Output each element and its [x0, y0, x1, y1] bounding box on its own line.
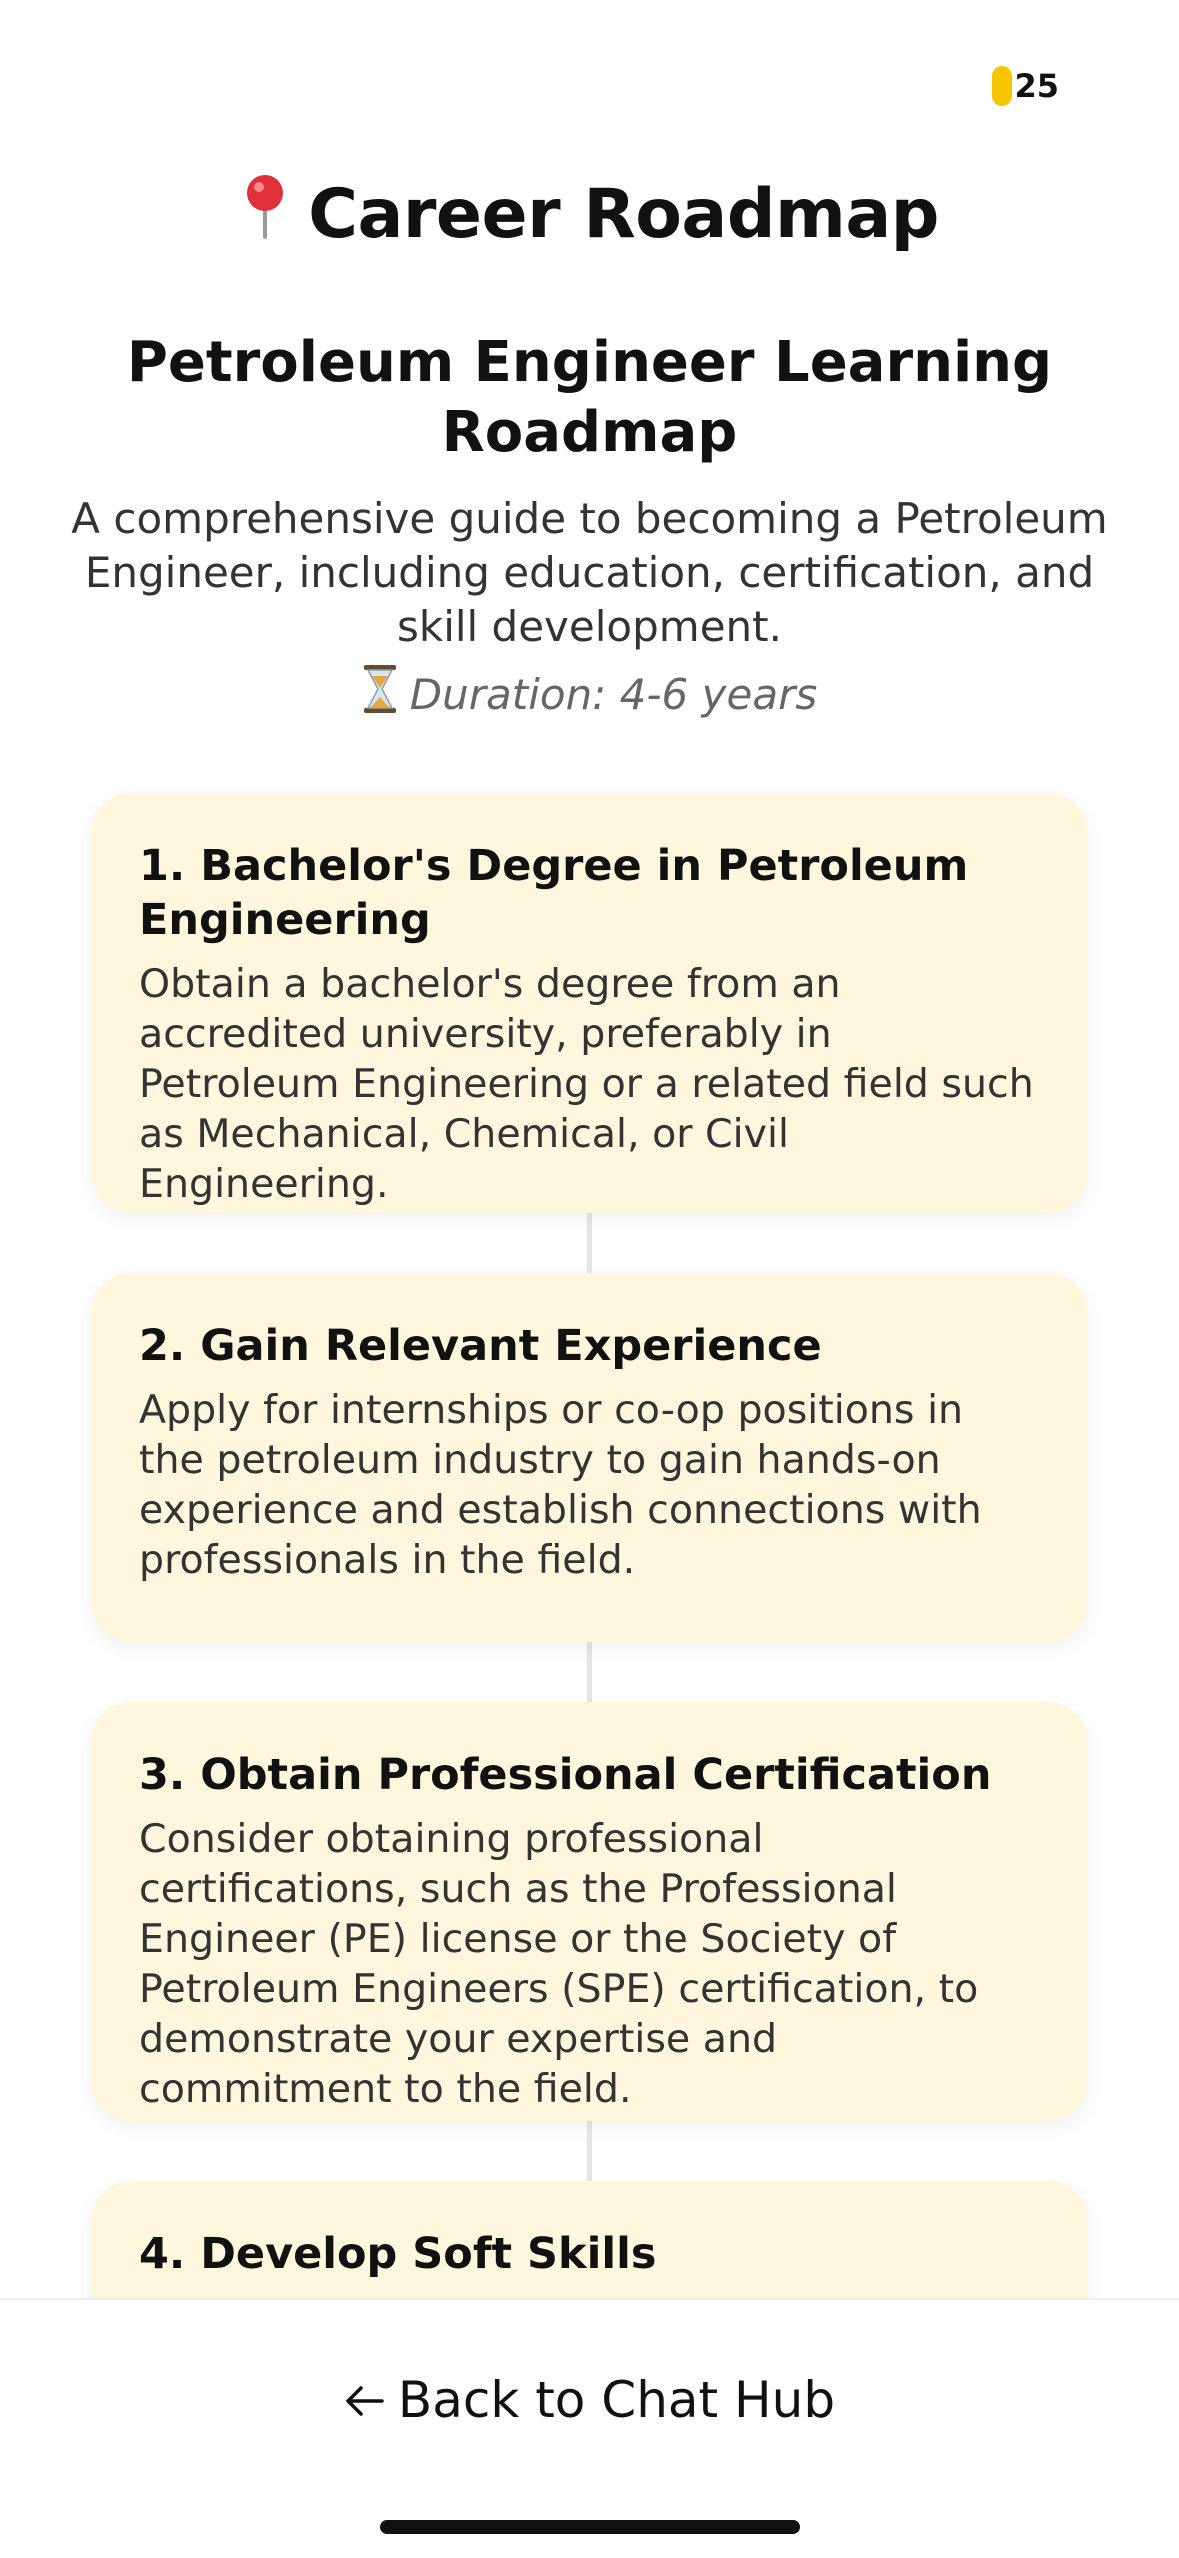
home-indicator[interactable]	[380, 2520, 800, 2534]
step-description: Obtain a bachelor's degree from an accre…	[139, 961, 1034, 1207]
back-to-chat-hub-button[interactable]: Back to Chat Hub	[0, 2370, 1179, 2430]
roadmap-description: A comprehensive guide to becoming a Petr…	[71, 494, 1108, 651]
pin-icon	[240, 173, 290, 256]
roadmap-duration: Duration: 4-6 years	[0, 664, 1179, 724]
page-header: Career Roadmap	[0, 173, 1179, 260]
roadmap-step-card: 2. Gain Relevant Experience Apply for in…	[91, 1273, 1088, 1642]
step-description: Apply for internships or co-op positions…	[139, 1387, 982, 1583]
arrow-left-icon	[344, 2371, 384, 2429]
step-description: Consider obtaining professional certific…	[139, 1816, 979, 2112]
timeline-connector	[587, 1213, 592, 1273]
timeline-connector	[587, 2121, 592, 2181]
roadmap-title: Petroleum Engineer Learning Roadmap	[126, 330, 1053, 465]
step-title: 2. Gain Relevant Experience	[139, 1321, 822, 1371]
duration-text: Duration: 4-6 years	[409, 669, 818, 719]
step-title: 3. Obtain Professional Certification	[139, 1750, 992, 1800]
hourglass-icon	[362, 664, 398, 724]
timeline-connector	[587, 1642, 592, 1702]
coin-icon	[992, 66, 1013, 106]
coin-counter[interactable]: 25	[992, 66, 1059, 106]
footer-bar: Back to Chat Hub	[0, 2298, 1179, 2558]
back-button-label: Back to Chat Hub	[397, 2371, 836, 2429]
coin-count: 25	[1014, 67, 1059, 105]
roadmap-step-card: 3. Obtain Professional Certification Con…	[91, 1702, 1088, 2121]
page-title: Career Roadmap	[0, 173, 1179, 260]
page-title-text: Career Roadmap	[308, 175, 939, 254]
step-title: 4. Develop Soft Skills	[139, 2229, 657, 2279]
roadmap-step-card: 1. Bachelor's Degree in Petroleum Engine…	[91, 793, 1088, 1213]
step-title: 1. Bachelor's Degree in Petroleum Engine…	[139, 841, 969, 945]
